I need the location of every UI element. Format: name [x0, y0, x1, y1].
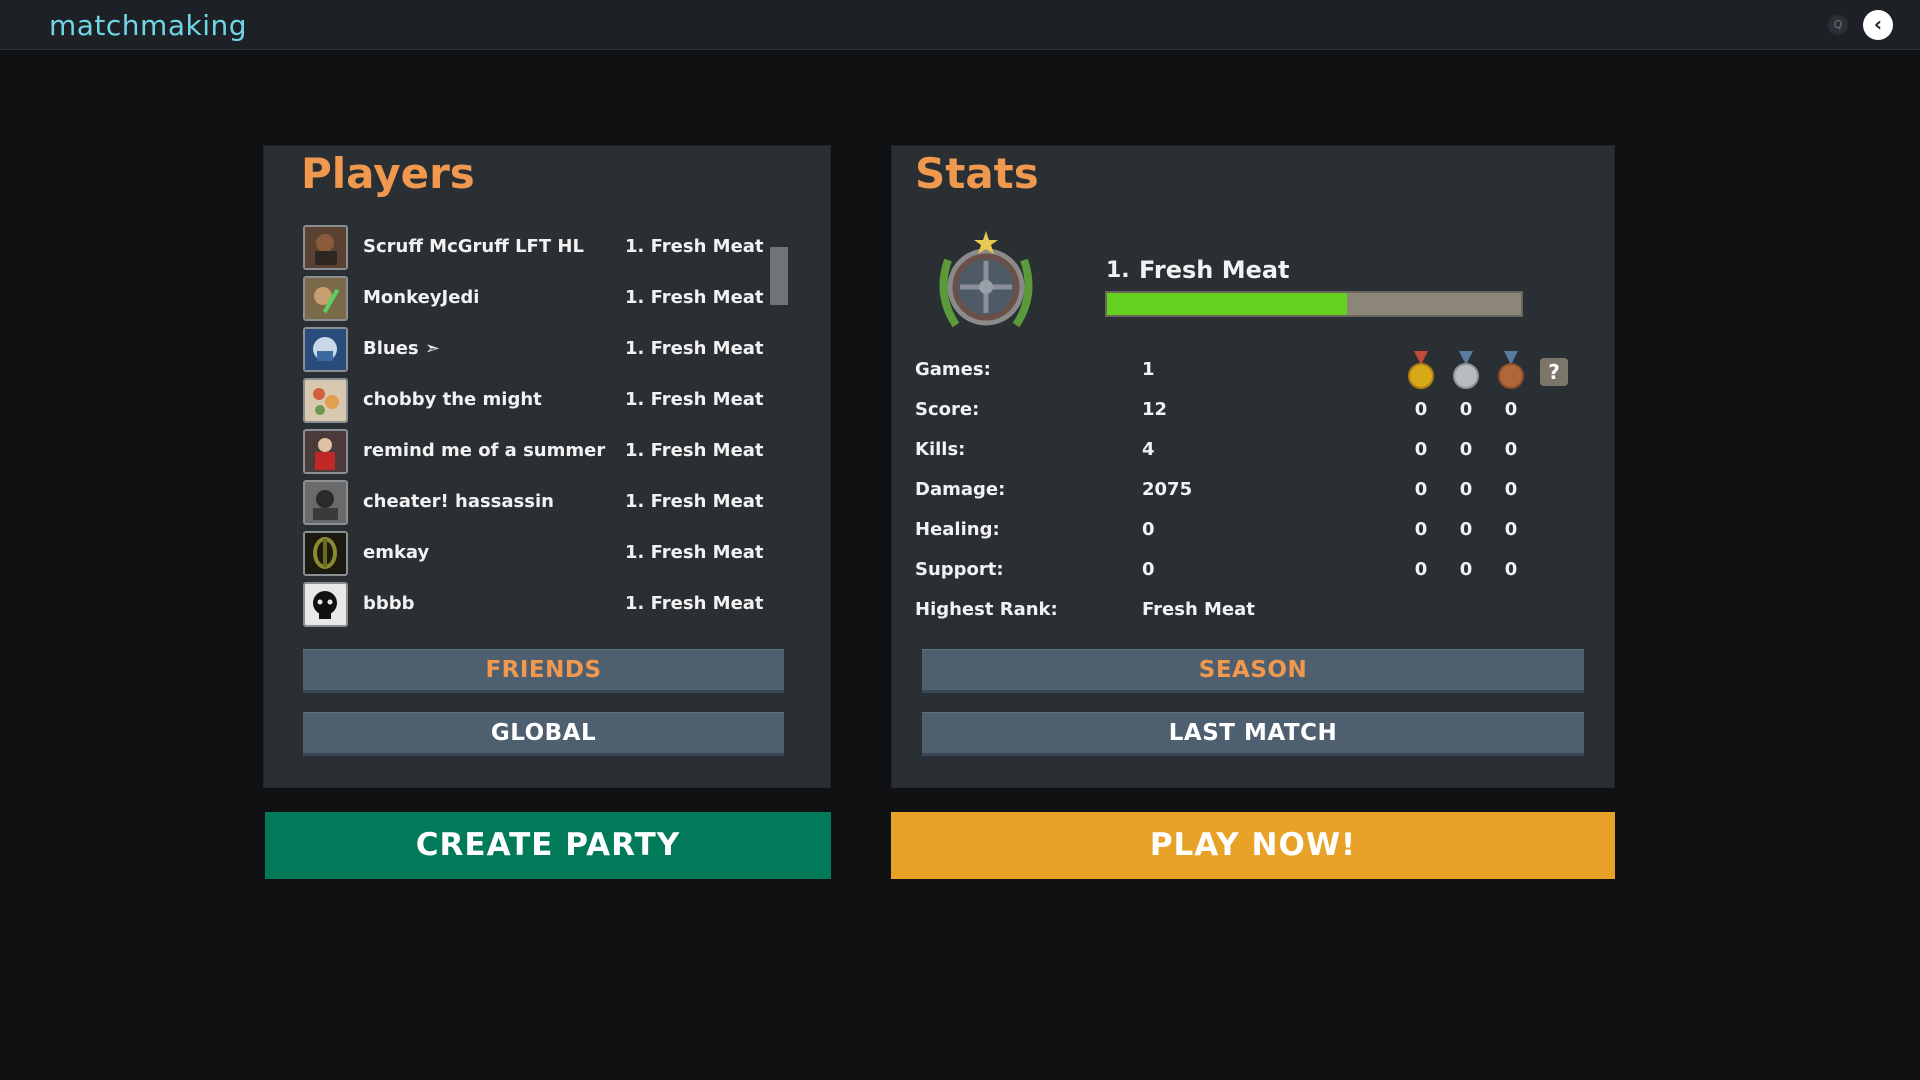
- stat-value-games: 1: [1142, 359, 1155, 380]
- score-bronze-count: 0: [1504, 399, 1518, 420]
- player-row[interactable]: emkay 1. Fresh Meat: [303, 531, 764, 577]
- avatar: [303, 480, 348, 525]
- rank-name: Fresh Meat: [1139, 256, 1290, 284]
- player-name: bbbb: [363, 593, 415, 614]
- player-rank: 1. Fresh Meat: [625, 440, 764, 461]
- player-rank: 1. Fresh Meat: [625, 542, 764, 563]
- stats-panel: Stats 1. Fresh Meat ? Games: 1 Score: 12…: [891, 145, 1615, 788]
- player-rank: 1. Fresh Meat: [625, 287, 764, 308]
- support-bronze-count: 0: [1504, 559, 1518, 580]
- rank-emblem-icon: [939, 231, 1033, 328]
- damage-bronze-count: 0: [1504, 479, 1518, 500]
- kills-bronze-count: 0: [1504, 439, 1518, 460]
- player-list-scrollbar[interactable]: [770, 247, 788, 305]
- player-name: Scruff McGruff LFT HL: [363, 236, 584, 257]
- support-gold-count: 0: [1414, 559, 1428, 580]
- avatar: [303, 582, 348, 627]
- avatar: [303, 378, 348, 423]
- player-row[interactable]: MonkeyJedi 1. Fresh Meat: [303, 276, 764, 322]
- damage-gold-count: 0: [1414, 479, 1428, 500]
- help-icon[interactable]: ?: [1540, 358, 1568, 386]
- stat-value-highest-rank: Fresh Meat: [1142, 599, 1255, 620]
- healing-bronze-count: 0: [1504, 519, 1518, 540]
- rank-progress-fill: [1107, 293, 1348, 315]
- player-rank: 1. Fresh Meat: [625, 389, 764, 410]
- back-button[interactable]: ‹: [1863, 10, 1893, 40]
- player-name: cheater! hassassin: [363, 491, 554, 512]
- stat-value-score: 12: [1142, 399, 1168, 420]
- player-rank: 1. Fresh Meat: [625, 236, 764, 257]
- avatar: [303, 531, 348, 576]
- support-silver-count: 0: [1459, 559, 1473, 580]
- stat-value-kills: 4: [1142, 439, 1155, 460]
- top-bar: matchmaking Q ‹: [0, 0, 1920, 50]
- player-row[interactable]: cheater! hassassin 1. Fresh Meat: [303, 480, 764, 526]
- player-row[interactable]: remind me of a summer 1. Fresh Meat: [303, 429, 764, 475]
- player-row[interactable]: Scruff McGruff LFT HL 1. Fresh Meat: [303, 225, 764, 271]
- player-row[interactable]: chobby the might 1. Fresh Meat: [303, 378, 764, 424]
- friends-button[interactable]: FRIENDS: [303, 649, 784, 693]
- damage-silver-count: 0: [1459, 479, 1473, 500]
- avatar: [303, 327, 348, 372]
- healing-silver-count: 0: [1459, 519, 1473, 540]
- global-button[interactable]: GLOBAL: [303, 712, 784, 756]
- gold-medal-icon: [1408, 351, 1434, 389]
- player-row[interactable]: Blues ➣ 1. Fresh Meat: [303, 327, 764, 373]
- stat-value-damage: 2075: [1142, 479, 1193, 500]
- stats-title: Stats: [915, 149, 1039, 198]
- bronze-medal-icon: [1498, 351, 1524, 389]
- stat-label-damage: Damage:: [915, 479, 1006, 500]
- silver-medal-icon: [1453, 351, 1479, 389]
- stat-label-kills: Kills:: [915, 439, 966, 460]
- stat-value-support: 0: [1142, 559, 1155, 580]
- rank-progress-bar: [1105, 291, 1523, 317]
- stat-label-games: Games:: [915, 359, 991, 380]
- play-now-button[interactable]: PLAY NOW!: [891, 812, 1615, 879]
- search-icon[interactable]: Q: [1828, 15, 1848, 35]
- player-name: emkay: [363, 542, 430, 563]
- stat-label-score: Score:: [915, 399, 980, 420]
- avatar: [303, 429, 348, 474]
- last-match-button[interactable]: LAST MATCH: [922, 712, 1584, 756]
- player-rank: 1. Fresh Meat: [625, 593, 764, 614]
- player-name: Blues ➣: [363, 338, 440, 359]
- stat-label-healing: Healing:: [915, 519, 1000, 540]
- stat-label-highest-rank: Highest Rank:: [915, 599, 1058, 620]
- chevron-left-icon: ‹: [1873, 12, 1883, 36]
- player-row[interactable]: bbbb 1. Fresh Meat: [303, 582, 764, 628]
- stat-label-support: Support:: [915, 559, 1004, 580]
- kills-silver-count: 0: [1459, 439, 1473, 460]
- player-rank: 1. Fresh Meat: [625, 338, 764, 359]
- stat-value-healing: 0: [1142, 519, 1155, 540]
- player-name: chobby the might: [363, 389, 542, 410]
- avatar: [303, 225, 348, 270]
- healing-gold-count: 0: [1414, 519, 1428, 540]
- season-button[interactable]: SEASON: [922, 649, 1584, 693]
- score-silver-count: 0: [1459, 399, 1473, 420]
- player-name: remind me of a summer: [363, 440, 606, 461]
- kills-gold-count: 0: [1414, 439, 1428, 460]
- create-party-button[interactable]: CREATE PARTY: [265, 812, 831, 879]
- score-gold-count: 0: [1414, 399, 1428, 420]
- player-name: MonkeyJedi: [363, 287, 480, 308]
- players-panel: Players Scruff McGruff LFT HL 1. Fresh M…: [263, 145, 831, 788]
- players-title: Players: [301, 149, 475, 198]
- rank-number: 1.: [1106, 258, 1130, 283]
- app-title: matchmaking: [49, 9, 247, 42]
- player-rank: 1. Fresh Meat: [625, 491, 764, 512]
- avatar: [303, 276, 348, 321]
